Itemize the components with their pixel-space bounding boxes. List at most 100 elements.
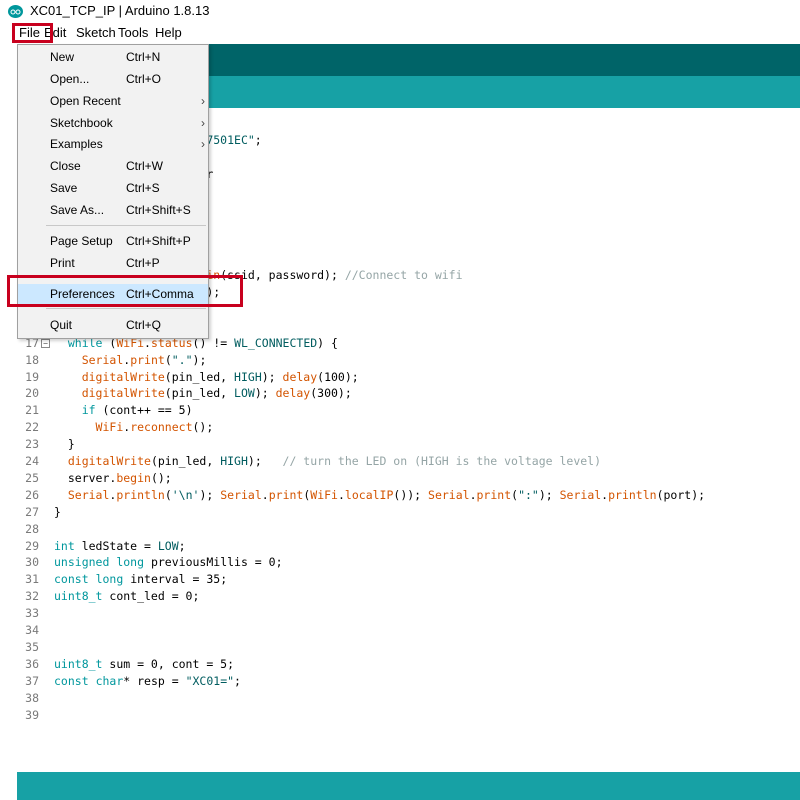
line-number: 28	[25, 521, 39, 536]
code-line[interactable]: 38	[17, 691, 800, 708]
line-number: 35	[25, 639, 39, 654]
file-menu-item-page-setup[interactable]: Page Setup Ctrl+Shift+P	[18, 231, 208, 252]
line-number: 31	[25, 572, 39, 587]
line-number: 26	[25, 487, 39, 502]
code-text: digitalWrite(pin_led, HIGH); // turn the…	[67, 454, 602, 468]
code-line[interactable]: 30 unsigned long previousMillis = 0;	[17, 555, 800, 572]
file-menu-item-sketchbook[interactable]: Sketchbook ›	[18, 113, 208, 134]
line-number: 37	[25, 673, 39, 688]
menu-item-label: Quit	[50, 318, 73, 332]
line-number: 23	[25, 437, 39, 452]
menu-help[interactable]: Help	[155, 25, 182, 40]
code-line[interactable]: 33	[17, 606, 800, 623]
code-text: Serial.println('\n'); Serial.print(WiFi.…	[67, 487, 706, 502]
code-line[interactable]: 36 uint8_t sum = 0, cont = 5;	[17, 657, 800, 674]
code-line[interactable]: 37 const char* resp = "XC01=";	[17, 674, 800, 691]
file-menu-item-quit[interactable]: Quit Ctrl+Q	[18, 315, 208, 336]
file-menu-item-open-recent[interactable]: Open Recent ›	[18, 91, 208, 112]
code-line[interactable]: 34	[17, 623, 800, 640]
line-number: 19	[25, 369, 39, 384]
line-number: 21	[25, 403, 39, 418]
line-number: 32	[25, 589, 39, 604]
file-menu-item-examples[interactable]: Examples ›	[18, 134, 208, 155]
menu-item-shortcut: Ctrl+N	[126, 50, 161, 64]
submenu-arrow-icon: ›	[201, 137, 205, 151]
file-menu-item-save-as[interactable]: Save As... Ctrl+Shift+S	[18, 200, 208, 221]
console-header-bar	[17, 772, 800, 800]
code-text: uint8_t cont_led = 0;	[54, 589, 200, 604]
code-text: digitalWrite(pin_led, LOW); delay(300);	[81, 386, 352, 401]
code-line[interactable]: 28	[17, 522, 800, 539]
menu-bar: File Edit Sketch Tools Help	[0, 22, 800, 44]
code-line[interactable]: 21 if (cont++ == 5)	[17, 403, 800, 420]
line-number: 29	[25, 538, 39, 553]
menu-item-label: Close	[50, 159, 81, 173]
line-number: 33	[25, 606, 39, 621]
menu-sketch[interactable]: Sketch	[76, 25, 116, 40]
line-number: 36	[25, 656, 39, 671]
code-line[interactable]: 29 int ledState = LOW;	[17, 539, 800, 556]
code-line[interactable]: 20 digitalWrite(pin_led, LOW); delay(300…	[17, 386, 800, 403]
code-line[interactable]: 32 uint8_t cont_led = 0;	[17, 589, 800, 606]
code-line[interactable]: 22 WiFi.reconnect();	[17, 420, 800, 437]
fold-toggle-icon[interactable]: −	[41, 338, 50, 348]
code-line[interactable]: 18 Serial.print(".");	[17, 353, 800, 370]
file-menu-highlight-box	[12, 23, 53, 43]
menu-separator	[46, 308, 206, 309]
code-text: }	[54, 504, 61, 519]
code-text: server.begin();	[54, 470, 172, 485]
code-text: const long interval = 35;	[54, 572, 228, 587]
line-number: 18	[25, 352, 39, 367]
code-text: digitalWrite(pin_led, HIGH); delay(100);	[81, 369, 359, 384]
code-line[interactable]: 39	[17, 708, 800, 725]
line-number: 38	[25, 690, 39, 705]
menu-item-shortcut: Ctrl+Shift+S	[126, 203, 191, 217]
code-line[interactable]: 19 digitalWrite(pin_led, HIGH); delay(10…	[17, 370, 800, 387]
line-number: 22	[25, 420, 39, 435]
code-line[interactable]: 27}	[17, 505, 800, 522]
code-line[interactable]: 23 }	[17, 437, 800, 454]
line-number: 24	[25, 454, 39, 468]
code-line[interactable]: 35	[17, 640, 800, 657]
file-menu-item-print[interactable]: Print Ctrl+P	[18, 253, 208, 274]
line-number: 34	[25, 623, 39, 637]
line-number: 30	[25, 555, 39, 570]
code-text: unsigned long previousMillis = 0;	[54, 555, 283, 570]
code-text: uint8_t sum = 0, cont = 5;	[54, 656, 235, 671]
line-number: 27	[25, 504, 39, 519]
submenu-arrow-icon: ›	[201, 116, 205, 130]
code-text: }	[54, 437, 75, 452]
code-text: const char* resp = "XC01=";	[54, 673, 241, 688]
preferences-highlight-box	[7, 275, 243, 307]
menu-separator	[46, 225, 206, 226]
file-menu-item-close[interactable]: Close Ctrl+W	[18, 156, 208, 177]
code-text: if (cont++ == 5)	[81, 403, 193, 418]
code-text: Serial.print(".");	[81, 352, 207, 367]
code-line[interactable]: 26 Serial.println('\n'); Serial.print(Wi…	[17, 488, 800, 505]
menu-item-label: New	[50, 50, 75, 64]
code-line[interactable]: 24 digitalWrite(pin_led, HIGH); // turn …	[17, 454, 800, 471]
code-text: WiFi.reconnect();	[95, 420, 214, 435]
menu-item-label: Open...	[50, 72, 90, 86]
file-menu-item-new[interactable]: New Ctrl+N	[18, 47, 208, 68]
file-menu-item-save[interactable]: Save Ctrl+S	[18, 178, 208, 199]
line-number: 25	[25, 470, 39, 485]
menu-item-shortcut: Ctrl+S	[126, 181, 160, 195]
file-menu-item-open[interactable]: Open... Ctrl+O	[18, 69, 208, 90]
code-line[interactable]: 31 const long interval = 35;	[17, 572, 800, 589]
menu-item-label: Save As...	[50, 203, 105, 217]
code-text: int ledState = LOW;	[54, 538, 186, 553]
code-line[interactable]: 25 server.begin();	[17, 471, 800, 488]
menu-item-label: Print	[50, 256, 75, 270]
menu-item-label: Examples	[50, 137, 103, 151]
arduino-logo-icon	[8, 5, 23, 18]
line-number: 20	[25, 386, 39, 401]
menu-tools[interactable]: Tools	[118, 25, 148, 40]
window-title: XC01_TCP_IP | Arduino 1.8.13	[30, 3, 210, 18]
menu-item-shortcut: Ctrl+P	[126, 256, 160, 270]
menu-item-label: Save	[50, 181, 78, 195]
menu-item-shortcut: Ctrl+W	[126, 159, 163, 173]
title-bar: XC01_TCP_IP | Arduino 1.8.13	[0, 0, 800, 22]
line-number: 39	[25, 707, 39, 722]
menu-item-shortcut: Ctrl+Q	[126, 318, 162, 332]
